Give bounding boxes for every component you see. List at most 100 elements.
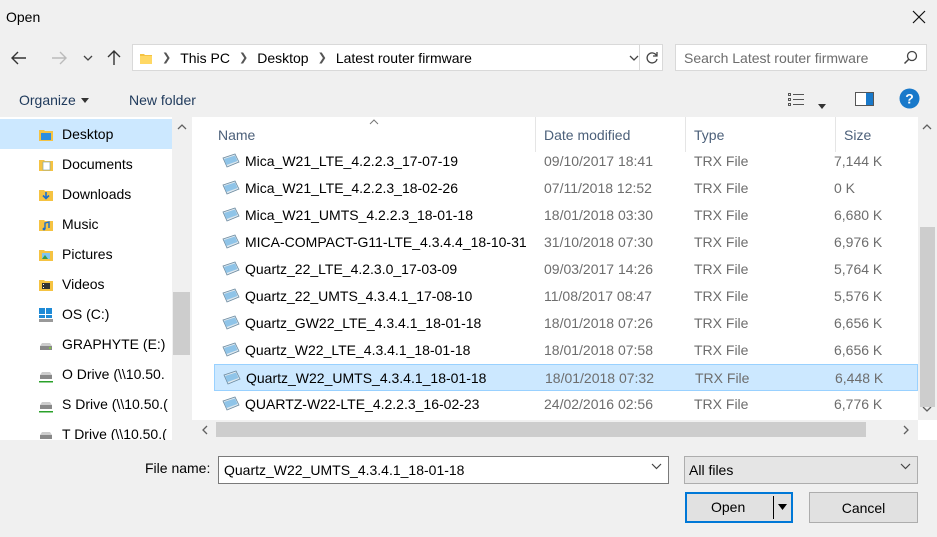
file-row[interactable]: MICA-COMPACT-G11-LTE_4.3.4.4_18-10-31 31/… (214, 229, 918, 256)
nav-scrollbar-thumb[interactable] (173, 292, 190, 355)
file-date: 11/08/2017 08:47 (544, 288, 652, 304)
file-row[interactable]: Quartz_22_UMTS_4.3.4.1_17-08-10 11/08/201… (214, 283, 918, 310)
chevron-down-icon (629, 55, 639, 61)
sort-ascending-icon (369, 119, 379, 125)
organize-menu[interactable]: Organize (19, 92, 89, 108)
file-size: 6,448 K (835, 370, 884, 386)
column-header-type[interactable]: Type (694, 117, 724, 152)
vertical-scrollbar-thumb[interactable] (920, 227, 935, 407)
refresh-icon (645, 51, 658, 64)
arrow-right-icon (52, 51, 67, 65)
file-row[interactable]: Quartz_W22_UMTS_4.3.4.1_18-01-18 18/01/20… (214, 364, 918, 391)
file-name-input[interactable]: Quartz_W22_UMTS_4.3.4.1_18-01-18 (218, 456, 669, 484)
trx-file-icon (222, 315, 240, 330)
view-options-dropdown[interactable] (818, 96, 826, 112)
close-button[interactable] (900, 2, 937, 32)
scroll-left-icon (202, 425, 208, 435)
file-name: Quartz_22_UMTS_4.3.4.1_17-08-10 (245, 288, 473, 304)
nav-item-graphyte-e[interactable]: GRAPHYTE (E:) (0, 329, 172, 359)
file-type: TRX File (694, 315, 749, 331)
refresh-button[interactable] (639, 45, 663, 70)
file-date: 18/01/2018 07:32 (545, 370, 654, 386)
file-type-filter[interactable]: All files (684, 456, 918, 484)
back-button[interactable] (6, 44, 32, 72)
file-row[interactable]: Mica_W21_LTE_4.2.2.3_17-07-19 09/10/2017 … (214, 148, 918, 175)
nav-item-s-drive[interactable]: S Drive (\\10.50.( (0, 389, 172, 419)
open-options-dropdown-icon[interactable] (778, 504, 787, 510)
window-title: Open (6, 9, 41, 25)
file-row[interactable]: Quartz_GW22_LTE_4.3.4.1_18-01-18 18/01/20… (214, 310, 918, 337)
column-header-date[interactable]: Date modified (544, 117, 630, 152)
network-drive-icon (39, 402, 53, 413)
horizontal-scrollbar-thumb[interactable] (216, 422, 866, 437)
breadcrumb-current-folder[interactable]: Latest router firmware (332, 45, 476, 70)
nav-item-pictures[interactable]: Pictures (0, 239, 172, 269)
file-type: TRX File (694, 261, 749, 277)
change-view-button[interactable] (787, 91, 805, 110)
new-folder-button[interactable]: New folder (129, 92, 196, 108)
nav-item-videos[interactable]: Videos (0, 269, 172, 299)
nav-item-desktop[interactable]: Desktop (0, 119, 172, 149)
nav-item-downloads[interactable]: Downloads (0, 179, 172, 209)
breadcrumb-desktop[interactable]: Desktop (253, 45, 312, 70)
file-type: TRX File (694, 288, 749, 304)
network-drive-icon (39, 372, 53, 383)
trx-file-icon (222, 180, 240, 195)
file-date: 07/11/2018 12:52 (544, 180, 652, 196)
file-type: TRX File (694, 396, 749, 412)
trx-file-icon (222, 342, 240, 357)
windows-drive-icon (39, 308, 53, 322)
address-bar[interactable]: ❯ This PC ❯ Desktop ❯ Latest router firm… (132, 44, 663, 71)
nav-scrollbar[interactable] (172, 117, 192, 440)
scroll-up-icon (177, 124, 187, 130)
network-drive-icon (40, 432, 52, 439)
up-button[interactable] (101, 44, 127, 72)
file-name-label: File name: (145, 460, 211, 476)
file-row[interactable]: Mica_W21_UMTS_4.2.2.3_18-01-18 18/01/2018… (214, 202, 918, 229)
navigation-pane: Desktop Documents Downloads Music Pictur… (0, 117, 192, 440)
svg-text:?: ? (905, 91, 914, 107)
file-size: 6,656 K (834, 342, 883, 358)
file-name: QUARTZ-W22-LTE_4.2.2.3_16-02-23 (245, 396, 480, 412)
scroll-up-icon (922, 124, 932, 130)
cancel-button[interactable]: Cancel (809, 492, 918, 523)
file-name: MICA-COMPACT-G11-LTE_4.3.4.4_18-10-31 (245, 234, 527, 250)
search-input[interactable]: Search Latest router firmware (675, 44, 927, 71)
file-row[interactable]: QUARTZ-W22-LTE_4.2.2.3_16-02-23 24/02/201… (214, 391, 918, 418)
breadcrumb-this-pc[interactable]: This PC (176, 45, 234, 70)
details-view-icon (788, 93, 804, 106)
file-type-value: All files (689, 462, 734, 478)
chevron-down-icon[interactable] (651, 463, 662, 470)
chevron-right-icon: ❯ (239, 52, 249, 64)
chevron-right-icon: ❯ (317, 52, 327, 64)
file-name: Mica_W21_LTE_4.2.2.3_18-02-26 (245, 180, 458, 196)
file-name: Mica_W21_LTE_4.2.2.3_17-07-19 (245, 153, 458, 169)
nav-item-documents[interactable]: Documents (0, 149, 172, 179)
file-size: 5,576 K (834, 288, 883, 304)
search-icon (903, 50, 918, 65)
music-folder-icon (39, 220, 53, 231)
file-type: TRX File (694, 207, 749, 223)
nav-item-t-drive[interactable]: T Drive (\\10.50.( (0, 419, 172, 440)
arrow-left-icon (11, 51, 26, 65)
file-date: 09/10/2017 18:41 (544, 153, 653, 169)
trx-file-icon (222, 153, 240, 168)
recent-locations-button[interactable] (78, 44, 98, 72)
column-header-name[interactable]: Name (218, 117, 255, 152)
file-size: 0 K (834, 180, 856, 196)
file-row[interactable]: Quartz_W22_LTE_4.3.4.1_18-01-18 18/01/201… (214, 337, 918, 364)
column-divider (685, 117, 686, 152)
help-button[interactable]: ? (899, 88, 920, 112)
preview-pane-button[interactable] (855, 91, 874, 110)
file-size: 6,776 K (834, 396, 883, 412)
drive-icon (40, 343, 52, 350)
nav-item-os-c[interactable]: OS (C:) (0, 299, 172, 329)
open-button[interactable]: Open (685, 492, 793, 523)
column-header-size[interactable]: Size (844, 117, 871, 152)
file-row[interactable]: Quartz_22_LTE_4.2.3.0_17-03-09 09/03/2017… (214, 256, 918, 283)
nav-item-o-drive[interactable]: O Drive (\\10.50. (0, 359, 172, 389)
file-row[interactable]: Mica_W21_LTE_4.2.2.3_18-02-26 07/11/2018 … (214, 175, 918, 202)
file-name: Quartz_W22_LTE_4.3.4.1_18-01-18 (245, 342, 471, 358)
nav-item-music[interactable]: Music (0, 209, 172, 239)
forward-button[interactable] (46, 44, 72, 72)
